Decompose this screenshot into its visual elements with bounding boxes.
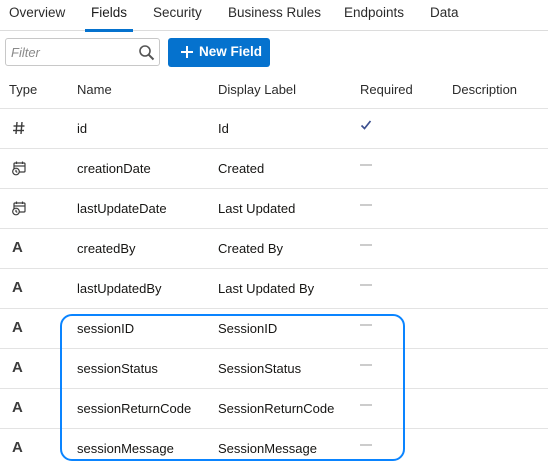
field-name: lastUpdatedBy: [77, 281, 162, 296]
tab-data[interactable]: Data: [430, 5, 459, 31]
tab-endpoints[interactable]: Endpoints: [344, 5, 404, 31]
field-display-label: Id: [218, 121, 229, 136]
number-icon: [13, 121, 25, 135]
field-name: creationDate: [77, 161, 151, 176]
dash-icon: [360, 364, 372, 366]
new-field-label: New Field: [199, 44, 263, 59]
text-type-icon: A: [12, 319, 23, 336]
dash-icon: [360, 324, 372, 326]
check-icon: [360, 120, 372, 130]
field-name: sessionStatus: [77, 361, 158, 376]
table-row[interactable]: AsessionReturnCode SessionReturnCode: [0, 388, 548, 428]
column-header-description[interactable]: Description: [452, 82, 517, 97]
search-icon[interactable]: [138, 44, 155, 61]
field-name: sessionReturnCode: [77, 401, 192, 416]
table-row[interactable]: AlastUpdatedBy Last Updated By: [0, 268, 548, 308]
column-header-required[interactable]: Required: [360, 82, 413, 97]
dash-icon: [360, 164, 372, 166]
tab-overview[interactable]: Overview: [9, 5, 65, 31]
text-type-icon: A: [12, 439, 23, 456]
text-type-icon: A: [12, 239, 23, 256]
field-name: sessionID: [77, 321, 135, 336]
tab-security[interactable]: Security: [153, 5, 202, 31]
field-name: id: [77, 121, 88, 136]
field-display-label: SessionReturnCode: [218, 401, 335, 416]
column-header-display-label[interactable]: Display Label: [218, 82, 296, 97]
table-row[interactable]: AsessionID SessionID: [0, 308, 548, 348]
table-row[interactable]: AsessionStatus SessionStatus: [0, 348, 548, 388]
table-row[interactable]: id Id: [0, 108, 548, 148]
field-display-label: SessionID: [218, 321, 278, 336]
field-display-label: SessionStatus: [218, 361, 302, 376]
dash-icon: [360, 404, 372, 406]
text-type-icon: A: [12, 279, 23, 296]
column-header-type[interactable]: Type: [9, 82, 37, 97]
tab-fields[interactable]: Fields: [84, 5, 134, 32]
field-name: lastUpdateDate: [77, 201, 167, 216]
datetime-icon: [12, 161, 26, 176]
table-row[interactable]: AsessionMessage SessionMessage: [0, 428, 548, 466]
filter-field[interactable]: [5, 38, 160, 66]
table-row[interactable]: AcreatedBy Created By: [0, 228, 548, 268]
dash-icon: [360, 204, 372, 206]
field-display-label: Created By: [218, 241, 284, 256]
dash-icon: [360, 444, 372, 446]
text-type-icon: A: [12, 359, 23, 376]
table-row[interactable]: lastUpdateDate Last Updated: [0, 188, 548, 228]
field-name: sessionMessage: [77, 441, 174, 456]
text-type-icon: A: [12, 399, 23, 416]
field-display-label: Created: [218, 161, 265, 176]
new-field-button[interactable]: New Field: [168, 38, 270, 67]
tab-bar: Overview Fields Security Business Rules …: [0, 0, 548, 32]
field-display-label: Last Updated: [218, 201, 296, 216]
filter-input[interactable]: [6, 39, 136, 65]
datetime-icon: [12, 201, 26, 216]
field-display-label: Last Updated By: [218, 281, 315, 296]
table-row[interactable]: creationDate Created: [0, 148, 548, 188]
tab-business-rules[interactable]: Business Rules: [228, 5, 321, 31]
plus-icon: [181, 46, 193, 58]
dash-icon: [360, 284, 372, 286]
field-display-label: SessionMessage: [218, 441, 317, 456]
field-name: createdBy: [77, 241, 136, 256]
dash-icon: [360, 244, 372, 246]
column-header-name[interactable]: Name: [77, 82, 112, 97]
